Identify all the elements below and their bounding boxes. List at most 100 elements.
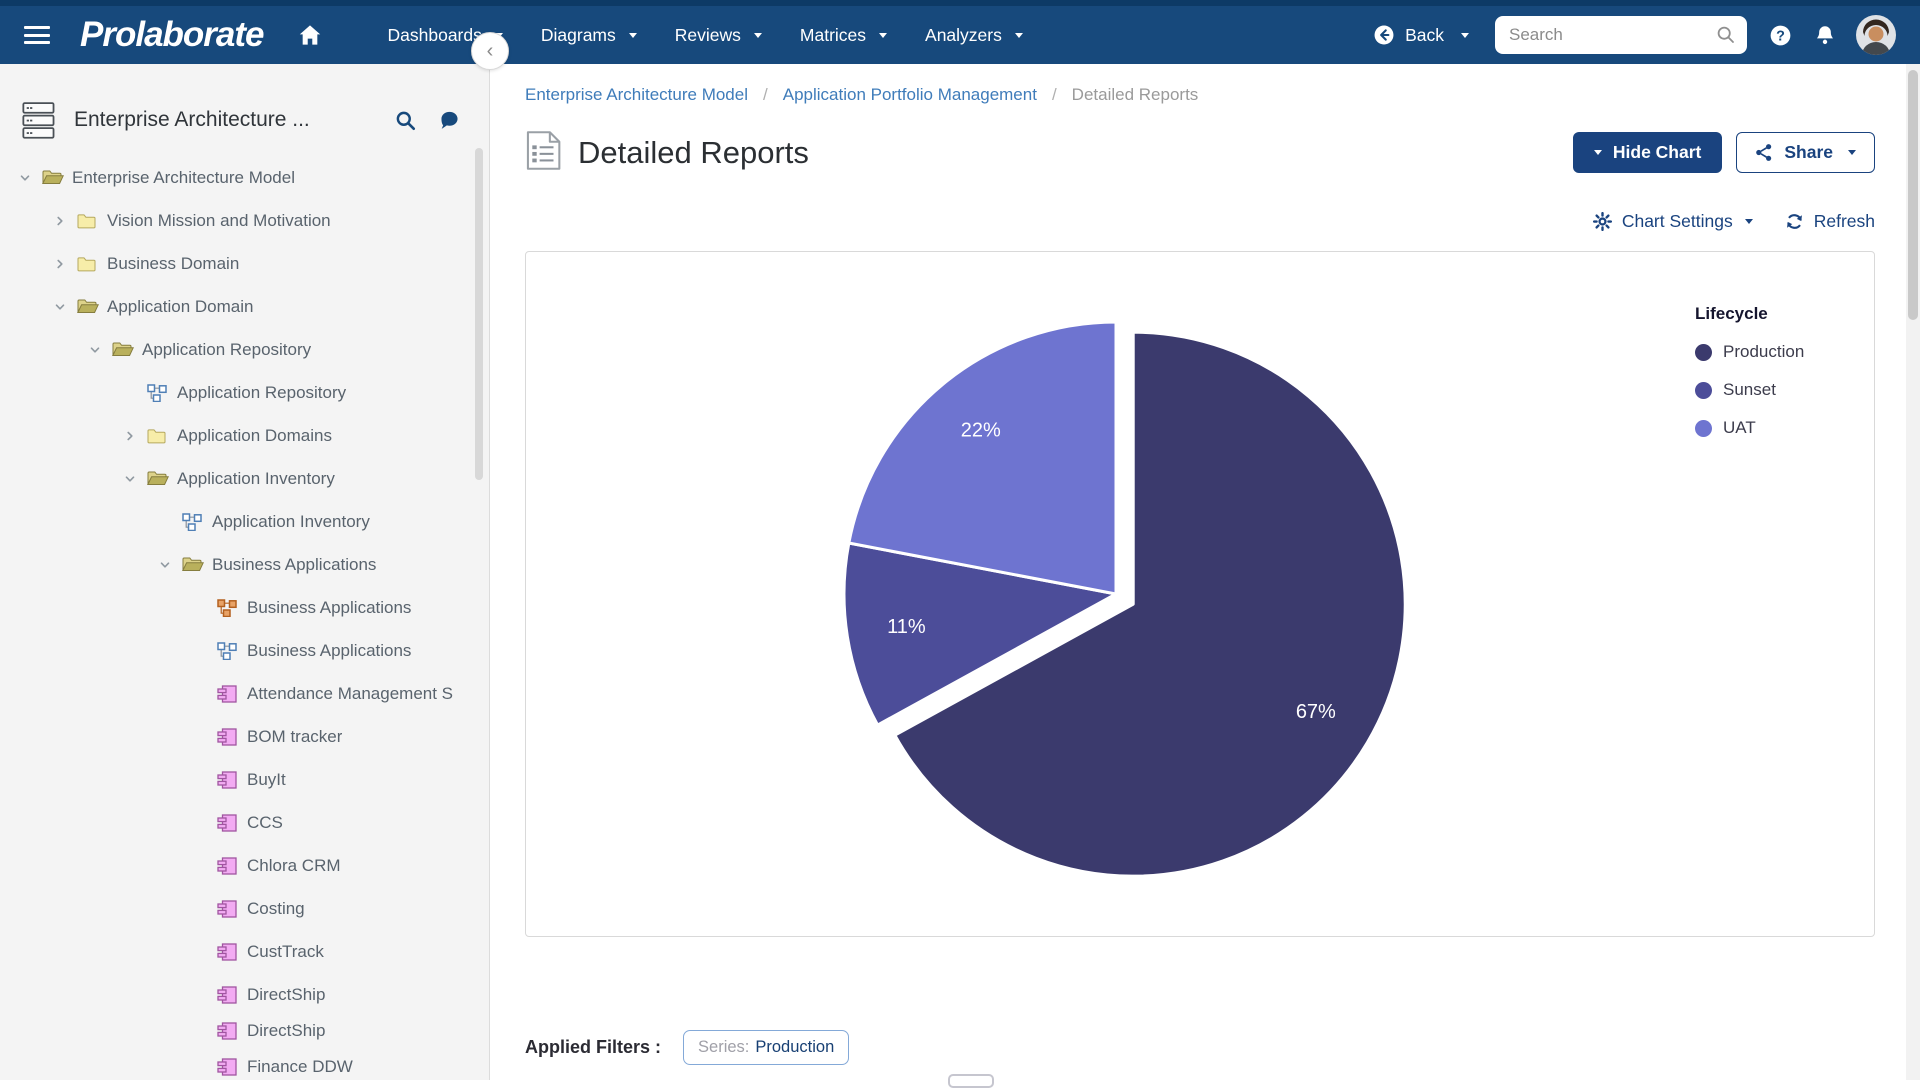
hide-chart-label: Hide Chart [1613,142,1701,163]
tree-item[interactable]: Attendance Management S [0,672,489,715]
nav-menu-matrices[interactable]: Matrices [800,25,887,46]
tree-item[interactable]: Application Inventory [0,457,489,500]
legend-item-sunset[interactable]: Sunset [1695,380,1804,400]
legend-label: Production [1723,342,1804,362]
sidebar-scrollbar[interactable] [475,148,483,480]
nav-menu-caret-icon[interactable] [1015,33,1023,38]
tree-item-label: Attendance Management S [247,684,453,704]
chevron-down-icon[interactable] [123,472,137,486]
tree-item[interactable]: Business Applications [0,586,489,629]
tree-item[interactable]: DirectShip [0,973,489,1016]
tree-item-label: Application Repository [177,383,346,403]
chevron-right-icon[interactable] [53,257,67,271]
tree-item[interactable]: CustTrack [0,930,489,973]
refresh-label: Refresh [1814,211,1875,232]
tree-item[interactable]: Application Repository [0,328,489,371]
hide-chart-button[interactable]: Hide Chart [1573,132,1722,173]
tree-item[interactable]: Finance DDW [0,1045,489,1080]
nav-right: Back ? [1373,15,1896,55]
notifications-bell-icon[interactable] [1814,24,1836,47]
applied-filters-row: Applied Filters : Series: Production [525,1030,849,1065]
back-button[interactable]: Back [1373,24,1469,46]
nav-menu-reviews[interactable]: Reviews [675,25,762,46]
tree-item[interactable]: Application Inventory [0,500,489,543]
home-icon[interactable] [298,24,322,46]
legend-swatch [1695,382,1712,399]
diagram-icon [147,384,167,402]
component-icon [217,1022,237,1040]
search-icon[interactable] [1716,25,1736,50]
chevron-down-icon[interactable] [158,558,172,572]
tree-item[interactable]: Application Domains [0,414,489,457]
legend-label: UAT [1723,418,1756,438]
breadcrumb-item[interactable]: Enterprise Architecture Model [525,85,748,105]
tree-item[interactable]: Business Domain [0,242,489,285]
partial-bottom-element [948,1074,994,1088]
filter-chip-value: Production [755,1038,834,1057]
pie-chart: 67%11%22% [526,252,1874,936]
chevron-down-icon[interactable] [53,300,67,314]
help-icon[interactable]: ? [1769,24,1792,47]
tree-item[interactable]: Application Repository [0,371,489,414]
tree-item[interactable]: BOM tracker [0,715,489,758]
chevron-right-icon[interactable] [53,214,67,228]
tree-item-label: Application Domains [177,426,332,446]
refresh-icon [1785,212,1804,231]
page-scrollbar-thumb[interactable] [1908,70,1918,320]
sidebar: Enterprise Architecture ... Enterprise A… [0,64,490,1080]
tree-item[interactable]: BuyIt [0,758,489,801]
share-icon [1755,143,1773,162]
refresh-button[interactable]: Refresh [1785,211,1875,232]
legend-swatch [1695,420,1712,437]
legend-item-production[interactable]: Production [1695,342,1804,362]
back-caret-icon[interactable] [1461,33,1469,38]
component-icon [217,1058,237,1076]
chart-legend: Lifecycle ProductionSunsetUAT [1695,304,1804,438]
tree-item-label: Enterprise Architecture Model [72,168,295,188]
nav-menu-analyzers[interactable]: Analyzers [925,25,1023,46]
nav-menu-caret-icon[interactable] [629,33,637,38]
pie-label-production: 67% [1296,701,1336,723]
filter-chip[interactable]: Series: Production [683,1030,849,1065]
search-input[interactable] [1495,16,1747,54]
tree-item[interactable]: Enterprise Architecture Model [0,156,489,199]
sidebar-search-icon[interactable] [395,110,417,137]
tree-item-label: Application Inventory [212,512,370,532]
breadcrumb-item[interactable]: Application Portfolio Management [783,85,1037,105]
breadcrumb: Enterprise Architecture Model / Applicatio… [525,85,1198,105]
tree-item-label: Application Inventory [177,469,335,489]
chart-controls-row: Chart Settings Refresh [1593,211,1875,232]
chart-settings-caret-icon [1745,219,1753,224]
chart-settings-button[interactable]: Chart Settings [1593,211,1753,232]
chevron-down-icon[interactable] [88,343,102,357]
component-icon [217,943,237,961]
tree-item[interactable]: Application Domain [0,285,489,328]
page-scrollbar[interactable] [1906,64,1920,1080]
folder-open-icon [182,556,204,573]
nav-menu-label: Analyzers [925,25,1002,46]
nav-menu-caret-icon[interactable] [879,33,887,38]
hamburger-menu-icon[interactable] [24,26,50,44]
component-icon [217,728,237,746]
nav-menu-diagrams[interactable]: Diagrams [541,25,637,46]
tree-item-label: DirectShip [247,1021,325,1041]
legend-item-uat[interactable]: UAT [1695,418,1804,438]
tree-item[interactable]: Chlora CRM [0,844,489,887]
tree-item[interactable]: CCS [0,801,489,844]
tree-item[interactable]: Vision Mission and Motivation [0,199,489,242]
tree-item[interactable]: Costing [0,887,489,930]
breadcrumb-separator: / [763,85,768,105]
tree-item[interactable]: DirectShip [0,1016,489,1045]
nav-menu-label: Dashboards [388,25,482,46]
user-avatar[interactable] [1856,15,1896,55]
brand-logo[interactable]: Prolaborate [80,15,264,55]
chevron-right-icon[interactable] [123,429,137,443]
nav-menu-caret-icon[interactable] [754,33,762,38]
chevron-down-icon[interactable] [18,171,32,185]
tree-item[interactable]: Business Applications [0,629,489,672]
sidebar-chat-icon[interactable] [438,110,461,137]
sidebar-collapse-button[interactable]: ‹ [471,32,509,70]
share-button[interactable]: Share [1736,132,1875,173]
tree-item[interactable]: Business Applications [0,543,489,586]
chart-settings-label: Chart Settings [1622,211,1733,232]
